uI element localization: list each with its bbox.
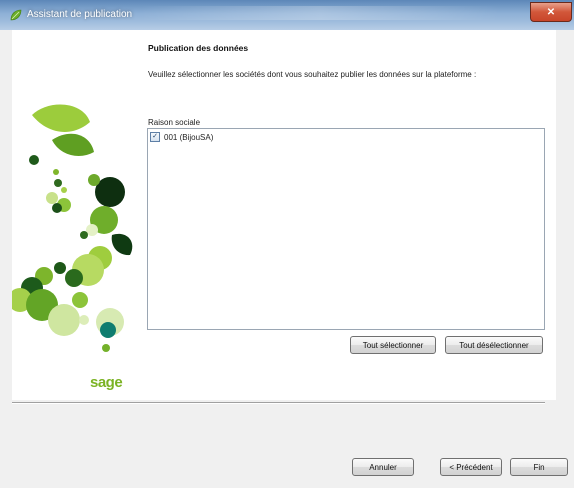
footer-divider <box>12 402 545 404</box>
sage-decoration-graphic <box>12 104 133 352</box>
deselect-all-button[interactable]: Tout désélectionner <box>445 336 543 354</box>
company-checkbox[interactable]: ✓ <box>150 132 160 142</box>
title-bar[interactable]: Assistant de publication ✕ <box>0 0 574 30</box>
side-banner: sage <box>12 30 138 400</box>
leaf-icon <box>10 9 22 21</box>
close-button[interactable]: ✕ <box>530 2 572 22</box>
title-bar-glow <box>140 6 500 20</box>
previous-button[interactable]: < Précédent <box>440 458 502 476</box>
close-icon: ✕ <box>546 6 556 18</box>
wizard-content-panel: Publication des données Veuillez sélecti… <box>138 30 556 400</box>
publication-wizard-window: Assistant de publication ✕ sage Publicat… <box>0 0 574 488</box>
window-title: Assistant de publication <box>27 9 133 20</box>
instructions-text: Veuillez sélectionner les sociétés dont … <box>148 70 477 79</box>
cancel-button[interactable]: Annuler <box>352 458 414 476</box>
company-label: 001 (BijouSA) <box>164 132 214 142</box>
page-title: Publication des données <box>148 43 249 53</box>
check-icon: ✓ <box>152 133 158 140</box>
finish-button[interactable]: Fin <box>510 458 568 476</box>
company-list-label: Raison sociale <box>148 118 201 127</box>
select-all-button[interactable]: Tout sélectionner <box>350 336 436 354</box>
list-item[interactable]: ✓ 001 (BijouSA) <box>150 131 213 143</box>
company-listbox[interactable]: ✓ 001 (BijouSA) <box>147 128 545 330</box>
sage-logo: sage <box>90 374 123 391</box>
